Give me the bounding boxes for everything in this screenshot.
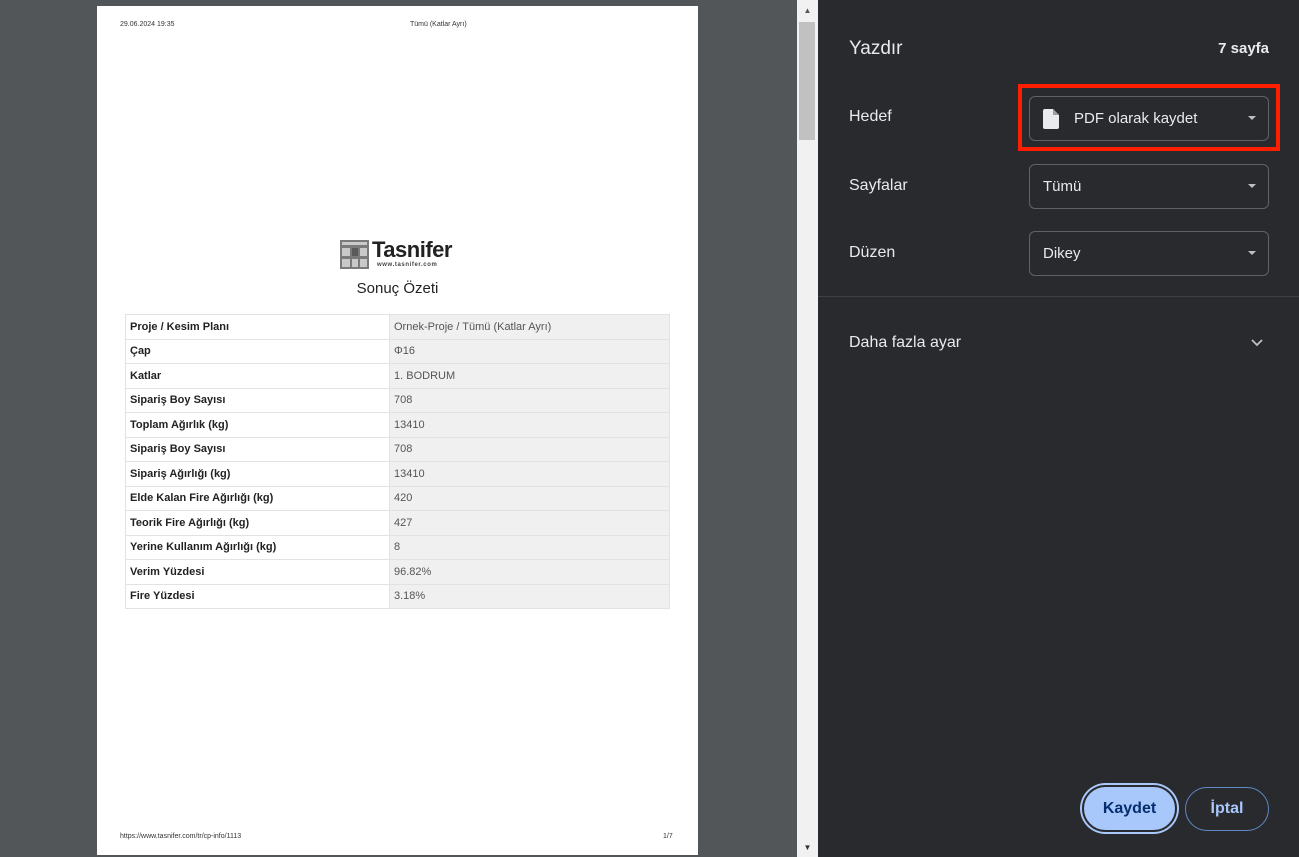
row-label: Sipariş Boy Sayısı xyxy=(125,387,390,413)
row-label: Katlar xyxy=(125,363,390,389)
table-row: Sipariş Boy Sayısı 708 xyxy=(125,387,670,413)
layout-value: Dikey xyxy=(1043,245,1081,262)
table-row: Çap Φ16 xyxy=(125,338,670,364)
preview-scrollbar[interactable]: ▲ ▼ xyxy=(797,0,818,857)
file-icon xyxy=(1043,108,1059,129)
cancel-button[interactable]: İptal xyxy=(1185,787,1269,831)
dropdown-arrow-icon xyxy=(1248,184,1256,188)
row-label: Çap xyxy=(125,338,390,364)
row-value: Ornek-Proje / Tümü (Katlar Ayrı) xyxy=(389,314,670,340)
row-value: 13410 xyxy=(389,461,670,487)
pages-label: Sayfalar xyxy=(849,177,908,194)
logo-name: Tasnifer xyxy=(372,237,452,262)
destination-label: Hedef xyxy=(849,108,892,125)
row-label: Sipariş Ağırlığı (kg) xyxy=(125,461,390,487)
dropdown-arrow-icon xyxy=(1248,251,1256,255)
row-label: Verim Yüzdesi xyxy=(125,559,390,585)
row-value: 96.82% xyxy=(389,559,670,585)
table-row: Yerine Kullanım Ağırlığı (kg) 8 xyxy=(125,534,670,560)
row-label: Elde Kalan Fire Ağırlığı (kg) xyxy=(125,485,390,511)
row-label: Sipariş Boy Sayısı xyxy=(125,436,390,462)
row-value: 13410 xyxy=(389,412,670,438)
page-count: 7 sayfa xyxy=(1218,40,1269,57)
row-value: 427 xyxy=(389,510,670,536)
table-row: Elde Kalan Fire Ağırlığı (kg) 420 xyxy=(125,485,670,511)
layout-label: Düzen xyxy=(849,244,896,261)
table-row: Verim Yüzdesi 96.82% xyxy=(125,559,670,585)
row-value: 1. BODRUM xyxy=(389,363,670,389)
row-label: Fire Yüzdesi xyxy=(125,583,390,609)
page-header-date: 29.06.2024 19:35 xyxy=(120,21,175,28)
summary-table: Proje / Kesim Planı Ornek-Proje / Tümü (K… xyxy=(125,314,670,609)
dropdown-arrow-icon xyxy=(1248,116,1256,120)
page-header-title: Tümü (Katlar Ayrı) xyxy=(410,21,467,28)
table-row: Sipariş Ağırlığı (kg) 13410 xyxy=(125,461,670,487)
scroll-thumb[interactable] xyxy=(799,22,815,140)
destination-value: PDF olarak kaydet xyxy=(1074,110,1198,127)
preview-page: 29.06.2024 19:35 Tümü (Katlar Ayrı) Tasn… xyxy=(97,6,698,855)
row-value: 708 xyxy=(389,387,670,413)
print-preview-area: 29.06.2024 19:35 Tümü (Katlar Ayrı) Tasn… xyxy=(0,0,797,857)
panel-title: Yazdır xyxy=(849,38,903,59)
scroll-up-arrow-icon[interactable]: ▲ xyxy=(797,4,818,18)
table-row: Proje / Kesim Planı Ornek-Proje / Tümü (K… xyxy=(125,314,670,340)
row-value: 3.18% xyxy=(389,583,670,609)
layout-select[interactable]: Dikey xyxy=(1029,231,1269,276)
chevron-down-icon[interactable] xyxy=(1250,335,1264,349)
row-value: 420 xyxy=(389,485,670,511)
row-value: Φ16 xyxy=(389,338,670,364)
scroll-down-arrow-icon[interactable]: ▼ xyxy=(797,841,818,855)
row-label: Yerine Kullanım Ağırlığı (kg) xyxy=(125,534,390,560)
table-row: Sipariş Boy Sayısı 708 xyxy=(125,436,670,462)
logo-url: www.tasnifer.com xyxy=(377,262,438,268)
pages-select[interactable]: Tümü xyxy=(1029,164,1269,209)
table-row: Teorik Fire Ağırlığı (kg) 427 xyxy=(125,510,670,536)
row-label: Teorik Fire Ağırlığı (kg) xyxy=(125,510,390,536)
page-footer-url: https://www.tasnifer.com/tr/cp-info/1113 xyxy=(120,833,242,840)
row-value: 8 xyxy=(389,534,670,560)
save-button[interactable]: Kaydet xyxy=(1082,785,1177,832)
table-row: Fire Yüzdesi 3.18% xyxy=(125,583,670,609)
divider xyxy=(818,296,1299,297)
row-label: Proje / Kesim Planı xyxy=(125,314,390,340)
row-value: 708 xyxy=(389,436,670,462)
tasnifer-logo: Tasnifer www.tasnifer.com xyxy=(340,238,460,270)
page-footer-number: 1/7 xyxy=(663,833,673,840)
print-settings-panel: Yazdır 7 sayfa Hedef PDF olarak kaydet S… xyxy=(818,0,1299,857)
more-settings-toggle[interactable]: Daha fazla ayar xyxy=(849,334,961,352)
pages-value: Tümü xyxy=(1043,178,1082,195)
row-label: Toplam Ağırlık (kg) xyxy=(125,412,390,438)
summary-title: Sonuç Özeti xyxy=(356,280,439,297)
logo-mark-icon xyxy=(340,240,369,269)
table-row: Katlar 1. BODRUM xyxy=(125,363,670,389)
destination-select[interactable]: PDF olarak kaydet xyxy=(1029,96,1269,141)
table-row: Toplam Ağırlık (kg) 13410 xyxy=(125,412,670,438)
